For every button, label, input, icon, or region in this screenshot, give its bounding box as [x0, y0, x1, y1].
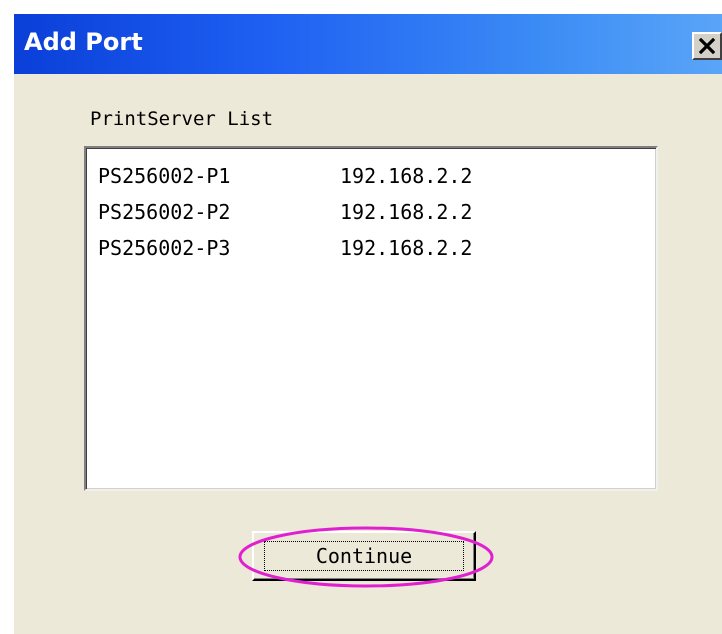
- title-bar[interactable]: Add Port: [14, 14, 722, 74]
- list-item[interactable]: PS256002-P3 192.168.2.2: [98, 236, 472, 270]
- printserver-name: PS256002-P1: [98, 164, 231, 188]
- printserver-ip: 192.168.2.2: [340, 164, 473, 188]
- printserver-ip: 192.168.2.2: [340, 200, 473, 224]
- list-item[interactable]: PS256002-P2 192.168.2.2: [98, 200, 472, 234]
- add-port-dialog: Add Port PrintServer List PS256002-P1 19…: [14, 14, 722, 634]
- close-icon: [699, 38, 715, 54]
- continue-button-label: Continue: [315, 544, 413, 568]
- printserver-list-label: PrintServer List: [90, 108, 274, 130]
- window-title: Add Port: [24, 28, 143, 56]
- printserver-ip: 192.168.2.2: [340, 236, 473, 260]
- printserver-name: PS256002-P2: [98, 200, 231, 224]
- printserver-name: PS256002-P3: [98, 236, 231, 260]
- close-button[interactable]: [692, 32, 722, 60]
- printserver-listbox[interactable]: PS256002-P1 192.168.2.2 PS256002-P2 192.…: [84, 146, 658, 491]
- list-item[interactable]: PS256002-P1 192.168.2.2: [98, 164, 472, 198]
- continue-button[interactable]: Continue: [252, 531, 476, 581]
